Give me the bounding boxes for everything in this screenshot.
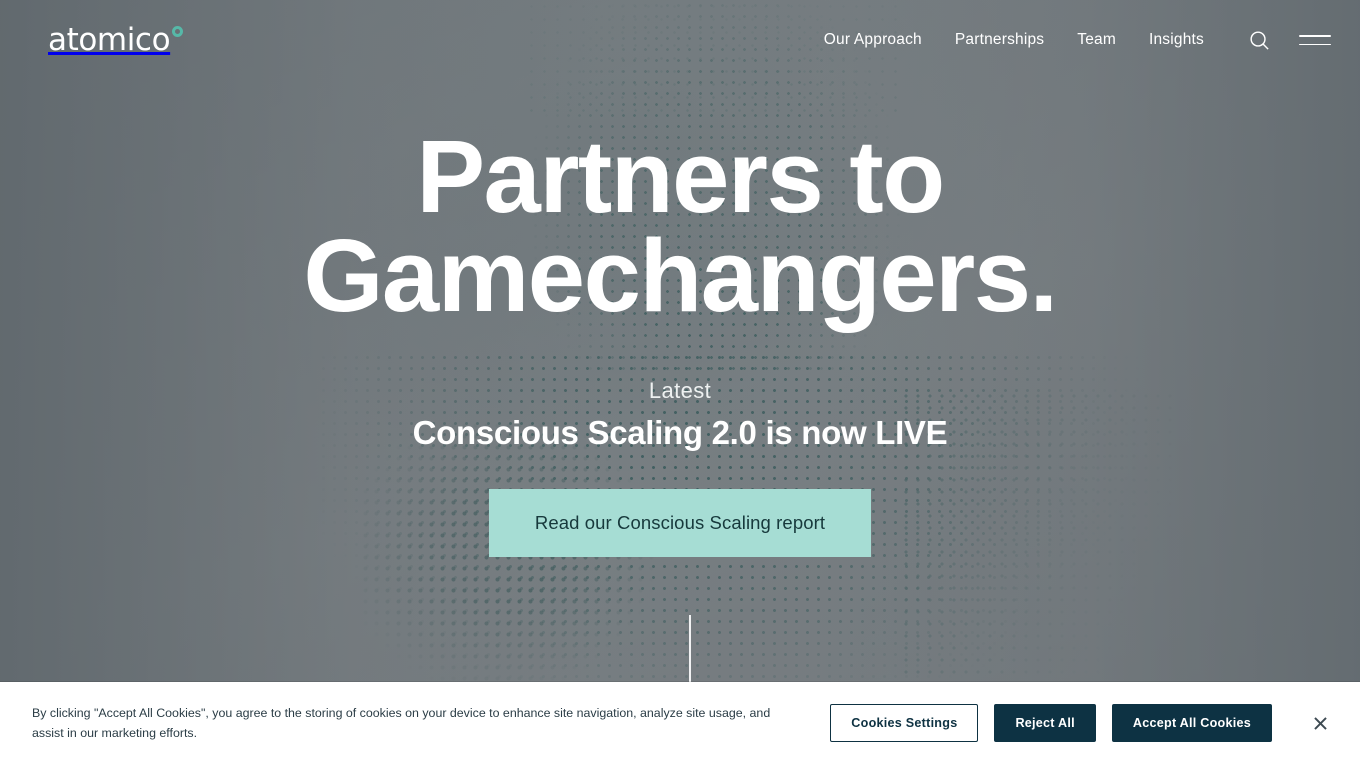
page-title-line-2: Gamechangers.: [303, 217, 1058, 333]
header-icon-group: [1242, 23, 1332, 57]
hero-content: Partners to Gamechangers. Latest Consciou…: [0, 0, 1360, 764]
hero-subheading: Conscious Scaling 2.0 is now LIVE: [412, 413, 948, 451]
close-cookie-banner-button[interactable]: [1300, 703, 1340, 743]
hamburger-line-bottom: [1299, 43, 1331, 46]
hamburger-line-top: [1299, 34, 1331, 37]
page-title: Partners to Gamechangers.: [303, 125, 1058, 327]
logo-degree-circle-icon: [172, 25, 184, 37]
nav-item-partnerships[interactable]: Partnerships: [955, 23, 1077, 57]
atomico-logo[interactable]: atomico: [48, 21, 184, 58]
logo-wordmark: atomico: [48, 21, 171, 58]
latest-eyebrow-label: Latest: [648, 377, 712, 403]
search-icon: [1249, 30, 1269, 50]
reject-all-cookies-button[interactable]: Reject All: [994, 704, 1096, 742]
cookies-settings-button[interactable]: Cookies Settings: [830, 704, 979, 742]
hamburger-menu-button[interactable]: [1298, 23, 1332, 57]
close-icon: [1313, 716, 1327, 730]
search-button[interactable]: [1242, 23, 1276, 57]
nav-item-our-approach[interactable]: Our Approach: [824, 23, 955, 57]
accept-all-cookies-button[interactable]: Accept All Cookies: [1111, 704, 1272, 742]
page-title-line-1: Partners to: [416, 119, 945, 234]
cookie-consent-banner: By clicking "Accept All Cookies", you ag…: [0, 682, 1360, 764]
read-report-button[interactable]: Read our Conscious Scaling report: [488, 488, 872, 557]
cookie-consent-message: By clicking "Accept All Cookies", you ag…: [32, 705, 771, 740]
site-header: atomico Our Approach Partnerships Team I…: [0, 0, 1360, 80]
scroll-indicator-line: [689, 615, 691, 683]
primary-navigation: Our Approach Partnerships Team Insights: [824, 23, 1332, 57]
nav-item-team[interactable]: Team: [1077, 23, 1149, 57]
cookie-banner-actions: Cookies Settings Reject All Accept All C…: [830, 703, 1340, 743]
nav-item-insights[interactable]: Insights: [1149, 23, 1204, 57]
